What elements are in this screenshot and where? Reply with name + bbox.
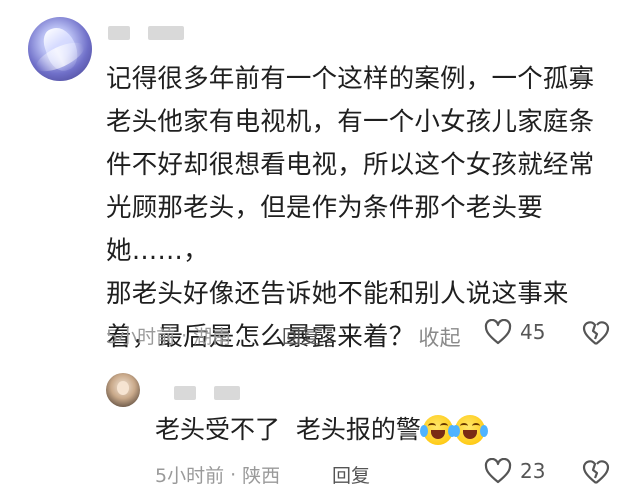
reply-text: 老头受不了 老头报的警 <box>155 415 421 444</box>
laughing-emoji-icon <box>419 415 456 445</box>
comment-location: 湖南 <box>193 326 232 348</box>
replier-avatar[interactable] <box>106 373 140 407</box>
reply-like-count: 23 <box>520 459 546 483</box>
reply-like-button[interactable]: 23 <box>484 458 545 484</box>
reply-body: 老头受不了 老头报的警 <box>155 410 488 450</box>
commenter-name-blurred[interactable] <box>108 26 130 40</box>
reply-meta: 5小时前 · 陕西 <box>155 461 280 488</box>
commenter-avatar[interactable] <box>28 17 92 81</box>
comment-meta: 5小时前 · 湖南 <box>106 322 231 349</box>
replier-name-blurred[interactable] <box>174 386 196 400</box>
comment-like-button[interactable]: 45 <box>484 319 545 345</box>
heart-icon <box>484 319 512 345</box>
meta-separator: · <box>230 463 237 486</box>
comment-line-1: 记得很多年前有一个这样的案例，一个孤寡 <box>106 64 595 94</box>
broken-heart-icon[interactable] <box>582 459 610 485</box>
commenter-name-blurred-2 <box>148 26 184 40</box>
laughing-emoji-icon <box>451 415 488 445</box>
comment-line-2: 老头他家有电视机，有一个小女孩儿家庭条 <box>106 107 595 137</box>
comment-like-count: 45 <box>520 320 546 344</box>
heart-icon <box>484 458 512 484</box>
comment-line-5: 那老头好像还告诉她不能和别人说这事来 <box>106 279 569 309</box>
comment-line-3: 件不好却很想看电视，所以这个女孩就经常 <box>106 150 595 180</box>
reply-time: 5小时前 <box>155 465 225 487</box>
reply-location: 陕西 <box>242 465 281 487</box>
comment-body: 记得很多年前有一个这样的案例，一个孤寡 老头他家有电视机，有一个小女孩儿家庭条 … <box>106 58 622 360</box>
collapse-link[interactable]: 收起 <box>418 326 460 350</box>
replier-name-blurred-2 <box>214 386 240 400</box>
comment-reply-button[interactable]: 回复 <box>282 322 320 349</box>
comment-time: 5小时前 <box>106 326 176 348</box>
avatar-art-face <box>117 381 129 395</box>
reply-reply-button[interactable]: 回复 <box>332 461 370 488</box>
meta-separator: · <box>181 324 188 347</box>
broken-heart-icon[interactable] <box>582 320 610 346</box>
comment-line-4: 光顾那老头，但是作为条件那个老头要她……， <box>106 193 543 266</box>
